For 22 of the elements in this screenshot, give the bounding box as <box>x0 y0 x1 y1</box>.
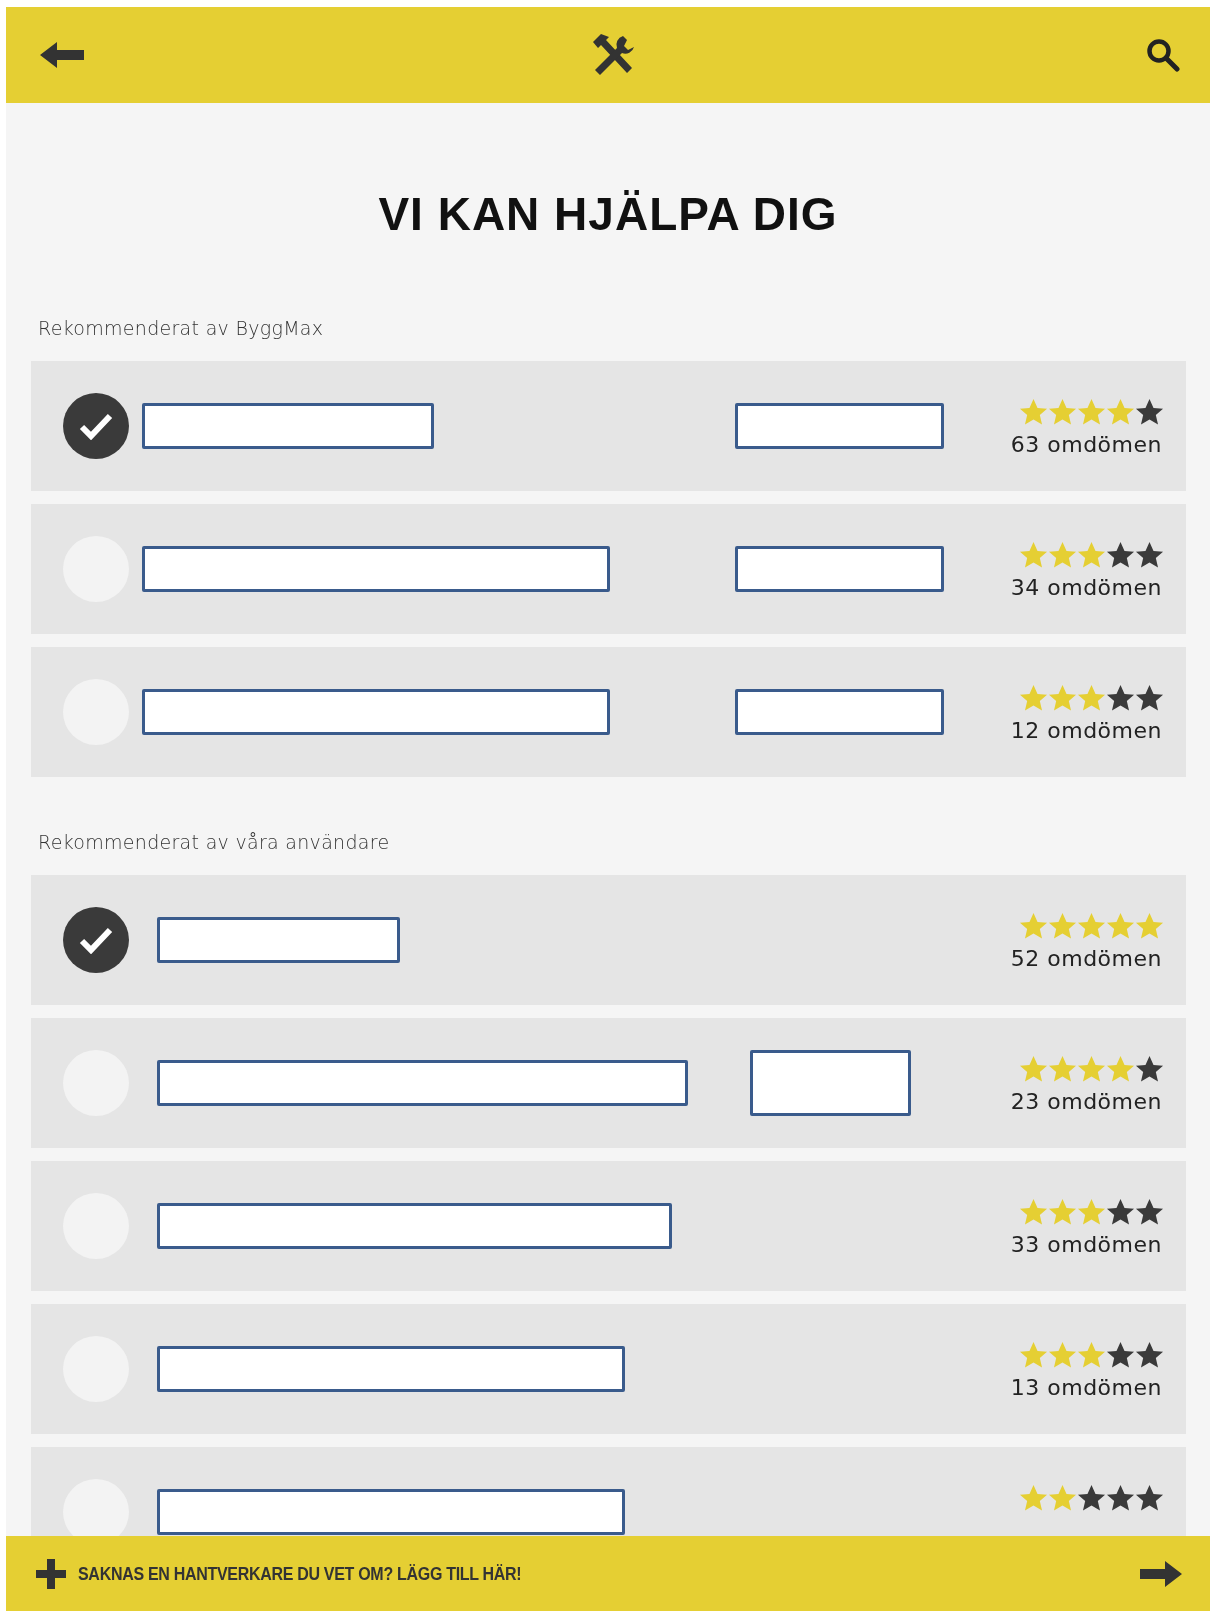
craftsman-row[interactable]: 63 omdömen <box>31 361 1186 491</box>
review-count: 33 omdömen <box>1010 1232 1163 1257</box>
review-count: 23 omdömen <box>1010 1089 1163 1114</box>
section-label: Rekommenderat av våra användare <box>38 831 391 853</box>
page-title: VI KAN HJÄLPA DIG <box>377 187 839 241</box>
craftsman-row[interactable]: 52 omdömen <box>31 875 1186 1005</box>
review-count: 63 omdömen <box>1010 432 1163 457</box>
craftsman-row[interactable]: 23 omdömen <box>31 1018 1186 1148</box>
review-count: 12 omdömen <box>1010 718 1163 743</box>
review-count: 13 omdömen <box>1010 1375 1163 1400</box>
review-count: 34 omdömen <box>1010 575 1163 600</box>
craftsman-row[interactable]: 33 omdömen <box>31 1161 1186 1291</box>
search-icon[interactable] <box>1146 38 1180 72</box>
plus-icon[interactable] <box>36 1558 66 1589</box>
craftsman-row[interactable]: 13 omdömen <box>31 1304 1186 1434</box>
craftsman-row[interactable]: 12 omdömen <box>31 647 1186 777</box>
back-icon[interactable] <box>40 40 84 70</box>
section-label: Rekommenderat av ByggMax <box>38 317 325 339</box>
add-craftsman-link[interactable]: SAKNAS EN HANTVERKARE DU VET OM? LÄGG TILL HÄR! <box>78 1562 522 1585</box>
review-count: 52 omdömen <box>1010 946 1163 971</box>
forward-icon[interactable] <box>1140 1558 1182 1589</box>
craftsman-row[interactable]: 34 omdömen <box>31 504 1186 634</box>
